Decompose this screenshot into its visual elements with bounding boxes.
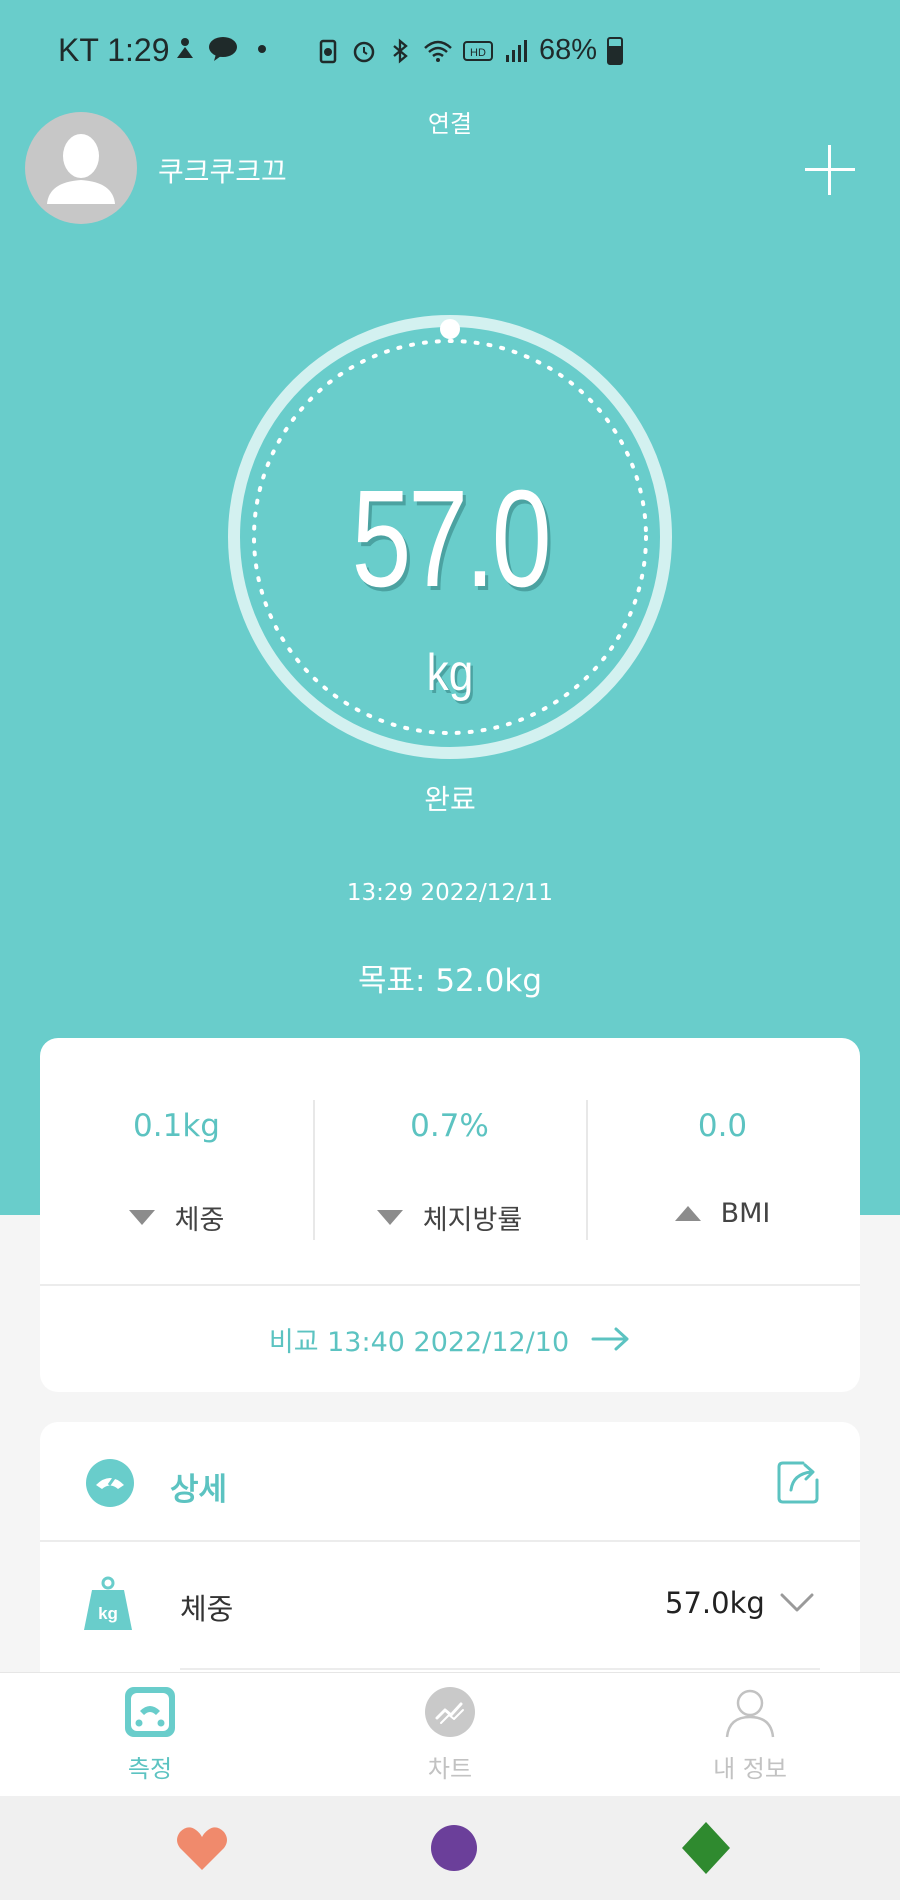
tab-my-info[interactable]: 내 정보 (600, 1673, 900, 1796)
figure-icon (177, 38, 193, 58)
battery-saver-icon (319, 39, 337, 63)
detail-row-label: 체중 (180, 1592, 234, 1626)
scale-icon (125, 1687, 175, 1737)
stat-label: 체지방률 (422, 1205, 523, 1236)
stat-bmi-change: 0.0 BMI (586, 1038, 859, 1283)
comparison-stats: 0.1kg 체중 0.7% 체지방률 0.0 BMI (40, 1038, 860, 1283)
kg-weight-icon: kg (84, 1576, 132, 1630)
chart-icon (425, 1687, 475, 1737)
share-icon[interactable] (775, 1458, 823, 1506)
chevron-down-icon[interactable] (780, 1592, 814, 1614)
stat-label: BMI (720, 1198, 771, 1229)
circle-icon[interactable] (424, 1818, 484, 1878)
comparison-card: 0.1kg 체중 0.7% 체지방률 0.0 BMI 비교 13:40 2022… (40, 1038, 860, 1392)
heart-icon[interactable] (172, 1818, 232, 1878)
compare-link[interactable]: 비교 13:40 2022/12/10 (40, 1284, 860, 1392)
bottom-navigation: 측정 차트 내 정보 (0, 1672, 900, 1796)
row-divider (180, 1668, 820, 1670)
tab-label: 내 정보 (713, 1755, 787, 1783)
arrow-right-icon (591, 1327, 629, 1351)
stat-label: 체중 (174, 1205, 225, 1236)
signal-icon (506, 39, 527, 62)
wifi-icon (424, 40, 452, 62)
stat-divider (313, 1100, 315, 1240)
compare-link-label: 비교 13:40 2022/12/10 (268, 1326, 570, 1358)
username[interactable]: 쿠크쿠크끄 (158, 150, 287, 190)
stat-divider (586, 1100, 588, 1240)
alarm-icon (353, 41, 375, 62)
connect-status: 연결 (427, 110, 473, 138)
weight-value: 57.0 (351, 462, 551, 616)
stat-value: 0.1kg (133, 1108, 220, 1144)
stat-value: 0.0 (697, 1108, 748, 1144)
add-button[interactable] (800, 140, 860, 200)
weight-unit: kg (426, 644, 474, 702)
status-carrier-time: KT 1:29 (58, 32, 170, 68)
detail-header: 상세 (40, 1422, 860, 1542)
decrease-arrow-icon (376, 1210, 403, 1225)
hd-icon: HD (463, 40, 493, 61)
increase-arrow-icon (674, 1206, 701, 1221)
stat-label-wrap: 체중 (40, 1198, 313, 1237)
svg-text:kg: kg (98, 1604, 118, 1623)
system-navigation-bar (0, 1796, 900, 1900)
measurement-status: 완료 (424, 783, 476, 816)
tab-label: 측정 (127, 1755, 173, 1783)
stat-body-fat-change: 0.7% 체지방률 (313, 1038, 586, 1283)
measurement-time: 13:29 2022/12/11 (346, 880, 554, 906)
svg-text:HD: HD (470, 47, 486, 59)
gauge-icon (86, 1459, 134, 1507)
detail-row-value: 57.0kg (665, 1586, 765, 1620)
goal-weight[interactable]: 목표: 52.0kg (0, 955, 900, 1000)
stat-value: 0.7% (410, 1108, 489, 1144)
battery-icon (607, 36, 624, 65)
tab-label: 차트 (427, 1755, 473, 1783)
stat-label-wrap: 체지방률 (313, 1198, 586, 1237)
diamond-icon[interactable] (676, 1818, 736, 1878)
tab-measure[interactable]: 측정 (0, 1673, 300, 1796)
status-notification-icons (172, 36, 266, 62)
battery-percent: 68% (539, 34, 598, 66)
status-bar: KT 1:29 HD 68% (0, 0, 900, 100)
bluetooth-icon (393, 38, 408, 63)
tab-chart[interactable]: 차트 (300, 1673, 600, 1796)
status-system-icons: HD 68% (315, 34, 624, 67)
profile-icon (725, 1689, 775, 1738)
talk-icon (209, 37, 237, 61)
ring-indicator-knob (440, 319, 460, 339)
detail-title: 상세 (170, 1472, 228, 1508)
decrease-arrow-icon (128, 1210, 155, 1225)
stat-weight-change: 0.1kg 체중 (40, 1038, 313, 1283)
detail-row-weight[interactable]: kg 체중 57.0kg (40, 1544, 860, 1670)
stat-label-wrap: BMI (586, 1198, 859, 1229)
notification-dot-icon (258, 45, 266, 53)
